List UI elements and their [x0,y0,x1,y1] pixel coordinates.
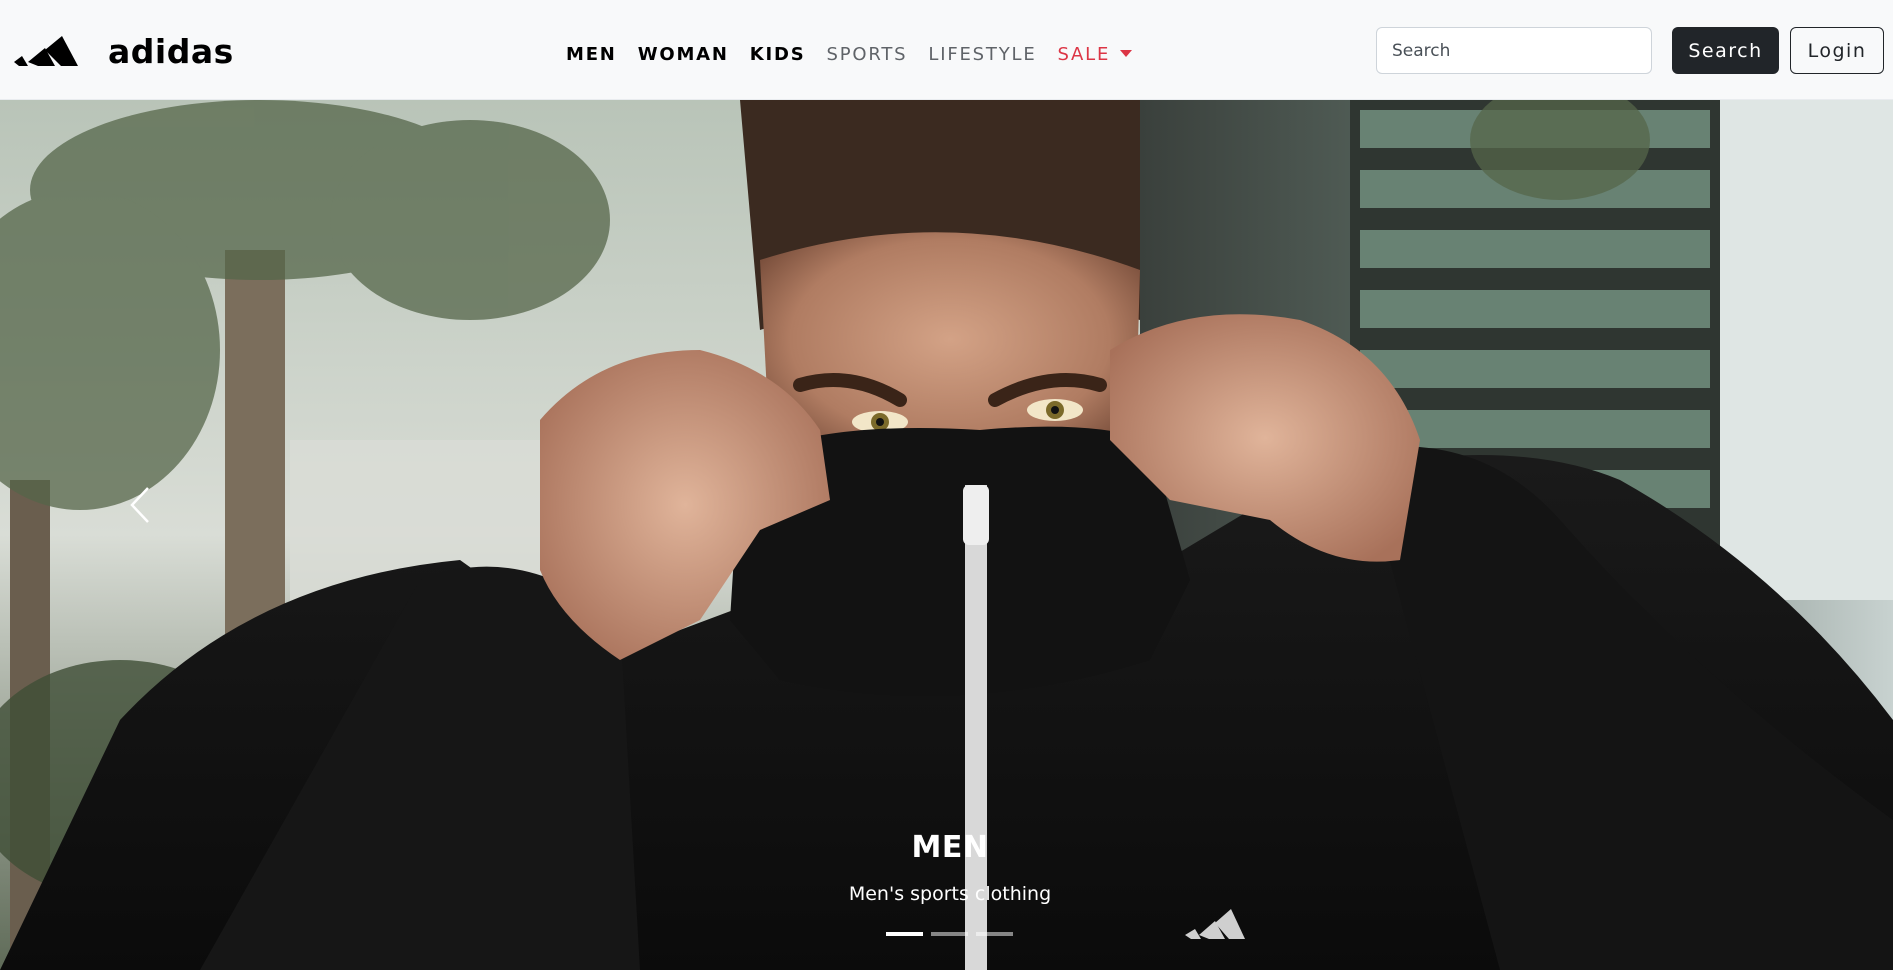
chevron-left-icon [130,487,149,523]
nav-item-kids[interactable]: KIDS [750,40,806,70]
carousel-indicator-2[interactable] [931,932,968,936]
hero-carousel: MEN Men's sports clothing [0,100,1893,970]
nav-item-sale-dropdown[interactable]: SALE [1058,40,1133,70]
carousel-indicators [886,932,1013,936]
carousel-caption: MEN Men's sports clothing [0,828,1893,906]
search-button[interactable]: Search [1672,27,1779,74]
caret-down-icon [1120,49,1133,57]
nav-item-sale-label: SALE [1057,44,1111,65]
nav-item-lifestyle[interactable]: LIFESTYLE [928,40,1036,70]
nav-item-sports[interactable]: SPORTS [827,40,908,70]
login-button[interactable]: Login [1790,27,1884,74]
slide-subtitle: Men's sports clothing [848,883,1052,905]
carousel-indicator-3[interactable] [976,932,1013,936]
brand-name: adidas [108,31,234,71]
adidas-three-stripes-icon [14,36,78,66]
navbar: adidas MEN WOMAN KIDS SPORTS LIFESTYLE S… [0,0,1893,100]
carousel-indicator-1[interactable] [886,932,923,936]
search-input[interactable] [1376,27,1652,74]
slide-title: MEN [911,830,989,865]
main-nav: MEN WOMAN KIDS SPORTS LIFESTYLE SALE [566,40,1153,70]
nav-item-woman[interactable]: WOMAN [638,40,729,70]
carousel-prev-button[interactable] [110,460,170,550]
brand[interactable]: adidas [14,26,234,74]
nav-item-men[interactable]: MEN [566,40,617,70]
